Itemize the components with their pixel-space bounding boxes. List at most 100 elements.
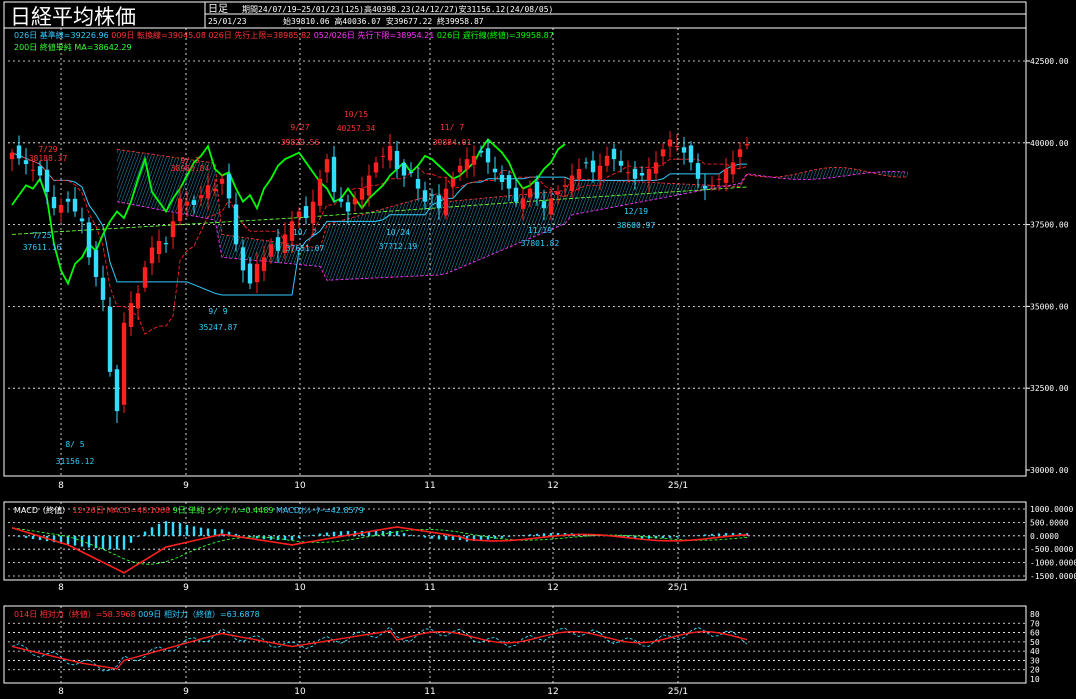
candle-body <box>58 204 64 213</box>
annotation-value: 37651.07 <box>286 244 325 253</box>
price-y-tick-label: 37500.00 <box>1030 221 1069 230</box>
candle-body <box>254 263 260 283</box>
candle-body <box>9 152 15 160</box>
price-chart: 7/2938188.377/2537611.168/ 531156.129/ 3… <box>9 110 909 466</box>
x-tick-label: 10 <box>294 687 306 697</box>
candle-body <box>492 168 498 173</box>
candle-body <box>324 159 330 173</box>
rsi-y-tick-label: 50 <box>1030 638 1040 647</box>
candle-body <box>436 195 442 209</box>
candle-body <box>51 196 57 209</box>
candle-body <box>702 185 708 189</box>
macd-y-tick-label: -1000.0000 <box>1030 559 1076 568</box>
annotation-value: 40257.34 <box>337 124 376 133</box>
candle-body <box>583 162 589 164</box>
price-y-tick-label: 35000.00 <box>1030 302 1069 311</box>
candle-body <box>555 191 561 195</box>
x-tick-label: 10 <box>294 583 306 593</box>
legend-item: 026日 先行上限=38985.82 <box>206 30 311 40</box>
period-type: 日足 <box>208 3 228 15</box>
legend-item: 009日 転換線=39045.08 <box>109 30 206 40</box>
candle-body <box>569 175 575 192</box>
macd-y-tick-label: 500.0000 <box>1030 518 1069 527</box>
candle-body <box>23 160 29 165</box>
candle-body <box>331 156 337 192</box>
candle-body <box>541 201 547 209</box>
rsi-y-tick-label: 20 <box>1030 666 1040 675</box>
rsi-14-line <box>11 630 748 670</box>
rsi-chart <box>11 626 748 672</box>
macd-y-tick-label: 0.0000 <box>1030 532 1059 541</box>
annotation-date: 10/ 2 <box>293 228 317 237</box>
panel-header-item: 014日 相対力（終値）=58.3968 <box>14 609 136 619</box>
candle-body <box>191 200 197 205</box>
candle-body <box>345 202 351 212</box>
annotation-value: 38188.37 <box>29 154 68 163</box>
candle-body <box>317 178 323 206</box>
price-y-tick-label: 32500.00 <box>1030 384 1069 393</box>
candle-body <box>310 201 316 224</box>
rsi-y-tick-label: 30 <box>1030 656 1040 665</box>
candle-body <box>121 322 127 405</box>
candle-body <box>30 169 36 171</box>
x-tick-label: 8 <box>58 583 64 593</box>
panel-header: 014日 相対力（終値）=58.3968 009日 相対力（終値）=63.687… <box>14 609 260 619</box>
panel-header-item: MACD（終値） <box>14 505 70 515</box>
annotation-date: 7/25 <box>32 231 51 240</box>
price-y-tick-label: 30000.00 <box>1030 466 1069 475</box>
panel-header-item: MACDｵｼﾚｰﾀｰ=42.8579 <box>274 506 364 515</box>
candle-body <box>716 178 722 180</box>
candle-body <box>611 148 617 160</box>
candle-body <box>646 168 652 181</box>
candle-body <box>394 150 400 169</box>
candle-body <box>387 146 393 161</box>
macd-y-tick-label: -500.0000 <box>1030 545 1074 554</box>
candle-body <box>226 174 232 199</box>
x-tick-label: 25/1 <box>668 583 688 593</box>
rsi-y-tick-label: 70 <box>1030 619 1040 628</box>
candle-body <box>170 221 176 238</box>
annotation-date: 11/ 7 <box>440 123 464 132</box>
x-tick-label: 8 <box>58 687 64 697</box>
candle-body <box>422 190 428 202</box>
annotation-value: 37611.16 <box>23 243 62 252</box>
candle-body <box>667 139 673 147</box>
candle-body <box>303 206 309 219</box>
candle-body <box>499 174 505 183</box>
annotation-value: 39884.01 <box>433 138 472 147</box>
period-range: 期間24/07/19~25/01/23(125)高40398.23(24/12/… <box>242 4 553 14</box>
candle-body <box>723 168 729 183</box>
candle-body <box>485 148 491 163</box>
candle-body <box>639 172 645 176</box>
candle-body <box>429 194 435 196</box>
candle-body <box>156 240 162 255</box>
x-tick-label: 11 <box>424 481 435 491</box>
candle-body <box>597 165 603 180</box>
candle-body <box>135 293 141 309</box>
candle-body <box>275 237 281 251</box>
legend-item: 200日 終値単純 MA=38642.29 <box>14 42 132 52</box>
x-tick-label: 8 <box>58 481 64 491</box>
candle-body <box>380 155 386 157</box>
annotation-date: 9/ 9 <box>208 307 227 316</box>
candle-body <box>79 218 85 222</box>
macd-line <box>11 526 748 574</box>
candle-body <box>65 198 71 202</box>
annotation-value: 38950.84 <box>171 164 210 173</box>
candle-body <box>352 198 358 205</box>
price-y-tick-label: 42500.00 <box>1030 57 1069 66</box>
candle-body <box>86 222 92 258</box>
candle-body <box>695 163 701 179</box>
annotation-value: 38600.97 <box>617 221 656 230</box>
x-tick-label: 25/1 <box>668 687 688 697</box>
candle-body <box>576 168 582 180</box>
rsi-y-tick-label: 60 <box>1030 629 1040 638</box>
annotation-value: 31156.12 <box>56 457 95 466</box>
candle-body <box>513 187 519 202</box>
candle-body <box>359 188 365 200</box>
candle-body <box>674 146 680 148</box>
candle-body <box>366 175 372 196</box>
candle-body <box>709 185 715 187</box>
x-tick-label: 11 <box>424 687 435 697</box>
candle-body <box>114 369 120 412</box>
